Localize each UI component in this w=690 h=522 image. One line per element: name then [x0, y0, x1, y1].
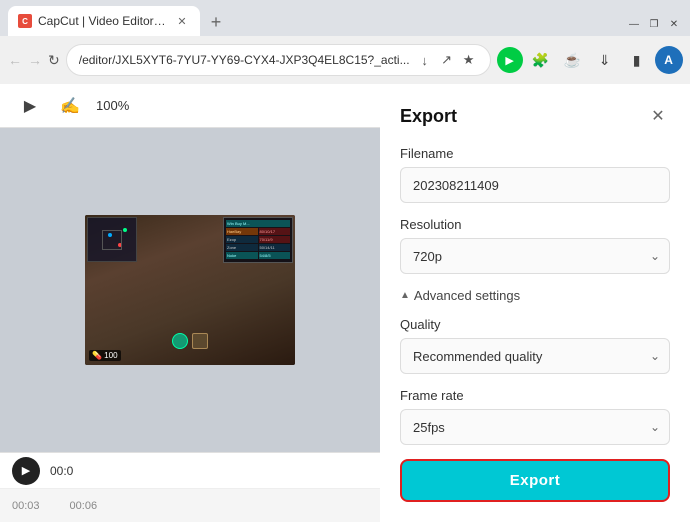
panel-header: Export ✕	[400, 104, 670, 128]
framerate-field: Frame rate 25fps 15fps 24fps 30fps 60fps…	[400, 388, 670, 445]
editor-toolbar: ▶ ✍ 100%	[0, 84, 380, 128]
play-tool-button[interactable]: ▶	[16, 92, 44, 120]
quality-field: Quality Recommended quality Best quality…	[400, 317, 670, 374]
resolution-label: Resolution	[400, 217, 670, 232]
back-button[interactable]: ←	[8, 46, 22, 74]
quality-label: Quality	[400, 317, 670, 332]
extensions-icon[interactable]: 🧩	[527, 46, 555, 74]
toolbar-right: ▶ 🧩 ☕ ⇓ ▮ A ⋮	[497, 46, 690, 74]
forward-button[interactable]: →	[28, 46, 42, 74]
download-page-icon[interactable]: ↓	[416, 51, 434, 69]
game-hud-bottom: 💊 100	[89, 350, 121, 361]
export-panel: Export ✕ Filename Resolution 720p 360p 4…	[380, 84, 690, 522]
puzzle-icon[interactable]: ☕	[559, 46, 587, 74]
timeline-area: ▶ 00:0 00:03 00:06	[0, 452, 380, 522]
export-button[interactable]: Export	[400, 459, 670, 502]
tab-title: CapCut | Video Editor | All-In-On...	[38, 14, 168, 28]
active-tab[interactable]: C CapCut | Video Editor | All-In-On... ✕	[8, 6, 200, 36]
filename-input[interactable]	[400, 167, 670, 203]
timeline-track: 00:03 00:06	[0, 489, 380, 522]
minimize-button[interactable]: —	[626, 16, 642, 32]
reload-button[interactable]: ↻	[48, 46, 60, 74]
video-preview: Win Buy M... HaeBay 80/10/17 Ezop 70/11/…	[0, 128, 380, 452]
chevron-up-icon: ▲	[400, 290, 410, 301]
sidebar-icon[interactable]: ▮	[623, 46, 651, 74]
main-content: ▶ ✍ 100%	[0, 84, 690, 522]
game-minimap	[87, 217, 137, 262]
profile-button[interactable]: A	[655, 46, 683, 74]
address-text: /editor/JXL5XYT6-7YU7-YY69-CYX4-JXP3Q4EL…	[79, 53, 410, 67]
hp-display: 💊 100	[89, 350, 121, 361]
panel-title: Export	[400, 106, 457, 127]
game-scoreboard: Win Buy M... HaeBay 80/10/17 Ezop 70/11/…	[223, 217, 293, 263]
quality-select-wrapper: Recommended quality Best quality Balance…	[400, 338, 670, 374]
framerate-select[interactable]: 25fps 15fps 24fps 30fps 60fps	[400, 409, 670, 445]
zoom-level: 100%	[96, 98, 129, 113]
resolution-select-wrapper: 720p 360p 480p 1080p 2K 4K ⌄	[400, 238, 670, 274]
resolution-select[interactable]: 720p 360p 480p 1080p 2K 4K	[400, 238, 670, 274]
time-marker-2: 00:06	[70, 500, 98, 512]
filename-label: Filename	[400, 146, 670, 161]
filename-field: Filename	[400, 146, 670, 203]
tab-bar: C CapCut | Video Editor | All-In-On... ✕…	[0, 0, 690, 36]
resolution-field: Resolution 720p 360p 480p 1080p 2K 4K ⌄	[400, 217, 670, 274]
framerate-label: Frame rate	[400, 388, 670, 403]
tab-close-button[interactable]: ✕	[174, 13, 190, 29]
tab-favicon: C	[18, 14, 32, 28]
game-background: Win Buy M... HaeBay 80/10/17 Ezop 70/11/…	[85, 215, 295, 365]
address-input[interactable]: /editor/JXL5XYT6-7YU7-YY69-CYX4-JXP3Q4EL…	[66, 44, 491, 76]
share-icon[interactable]: ↗	[438, 51, 456, 69]
framerate-select-wrapper: 25fps 15fps 24fps 30fps 60fps ⌄	[400, 409, 670, 445]
advanced-settings-toggle[interactable]: ▲ Advanced settings	[400, 288, 670, 303]
address-icons: ↓ ↗ ★	[416, 51, 478, 69]
save-download-icon[interactable]: ⇓	[591, 46, 619, 74]
new-tab-button[interactable]: +	[202, 8, 230, 36]
menu-button[interactable]: ⋮	[687, 46, 690, 74]
close-window-button[interactable]: ✕	[666, 16, 682, 32]
timeline-play-button[interactable]: ▶	[12, 457, 40, 485]
capcut-play-icon: ▶	[497, 47, 523, 73]
hand-tool-button[interactable]: ✍	[56, 92, 84, 120]
editor-area: ▶ ✍ 100%	[0, 84, 380, 522]
time-marker-1: 00:03	[12, 500, 40, 512]
advanced-label: Advanced settings	[414, 288, 520, 303]
restore-button[interactable]: ❐	[646, 16, 662, 32]
browser-frame: C CapCut | Video Editor | All-In-On... ✕…	[0, 0, 690, 522]
quality-select[interactable]: Recommended quality Best quality Balance…	[400, 338, 670, 374]
video-thumbnail: Win Buy M... HaeBay 80/10/17 Ezop 70/11/…	[85, 215, 295, 365]
address-bar: ← → ↻ /editor/JXL5XYT6-7YU7-YY69-CYX4-JX…	[0, 36, 690, 84]
panel-close-button[interactable]: ✕	[646, 104, 670, 128]
bookmark-icon[interactable]: ★	[460, 51, 478, 69]
window-controls: — ❐ ✕	[626, 16, 682, 36]
timeline-controls: ▶ 00:0	[0, 453, 380, 489]
current-time: 00:0	[50, 464, 73, 478]
